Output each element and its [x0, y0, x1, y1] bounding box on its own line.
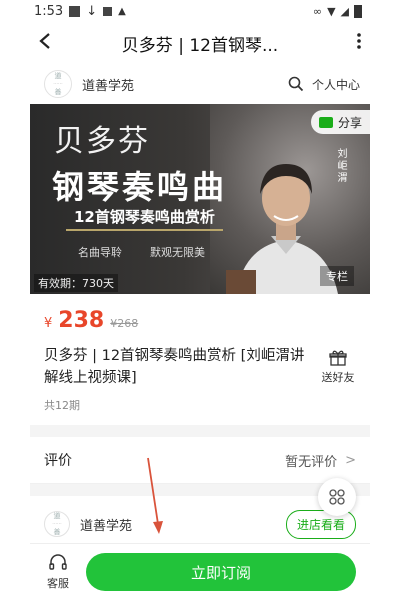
banner-tag: 默观无限美: [150, 246, 205, 259]
bottom-action-bar: 客服 立即订阅: [30, 543, 370, 600]
shop-logo-divider: ······: [53, 81, 63, 87]
price-currency: ¥: [44, 316, 53, 331]
product-info: 贝多芬 | 12首钢琴奏鸣曲赏析 [刘岠渭讲解线上视频课] 送好友: [30, 339, 370, 389]
status-time: 1:53: [34, 3, 64, 19]
shop-logo-bottom: 善: [54, 88, 62, 96]
review-row[interactable]: 评价 暂无评价 >: [30, 437, 370, 484]
shop-logo-divider: ······: [52, 521, 62, 527]
shop-footer-name[interactable]: 道善学苑: [80, 515, 286, 534]
signal-icon: ◢: [340, 4, 349, 18]
page-title: 贝多芬 | 12首钢琴...: [121, 35, 279, 56]
review-label: 评价: [44, 453, 72, 469]
more-options-icon[interactable]: [338, 31, 362, 55]
banner-artist-name: 刘岠渭: [335, 148, 346, 184]
user-center-link[interactable]: 个人中心: [312, 76, 360, 93]
episode-count: 共12期: [44, 399, 80, 412]
product-title: 贝多芬 | 12首钢琴奏鸣曲赏析 [刘岠渭讲解线上视频课]: [44, 348, 305, 386]
download-icon: ↓: [86, 3, 98, 19]
shop-header: 道 ······ 善 道善学苑 个人中心: [30, 64, 370, 104]
search-icon[interactable]: [288, 76, 304, 92]
chevron-right-icon: >: [345, 452, 356, 468]
validity-label: 有效期：730天: [34, 274, 118, 292]
share-label: 分享: [337, 115, 362, 130]
grid-menu-icon: [329, 489, 345, 505]
battery-icon: [354, 4, 362, 18]
subscribe-button[interactable]: 立即订阅: [86, 553, 356, 591]
gift-icon: [329, 350, 347, 366]
float-menu-button[interactable]: [318, 478, 356, 516]
banner-subtitle: 12首钢琴奏鸣曲赏析: [66, 204, 223, 231]
price-block: ¥ 238 ¥268: [30, 294, 370, 339]
service-label: 客服: [47, 577, 69, 590]
wechat-icon: [318, 116, 333, 128]
share-button[interactable]: 分享: [310, 110, 370, 134]
link-icon: ∞: [312, 4, 323, 18]
customer-service-button[interactable]: 客服: [30, 553, 86, 591]
shop-logo-top: 道: [53, 512, 61, 520]
banner-tags: 名曲导聆 默观无限美: [78, 244, 205, 260]
gift-to-friend-button[interactable]: 送好友: [316, 349, 360, 389]
shop-logo-top: 道: [54, 72, 62, 80]
headset-icon: [49, 554, 67, 570]
shop-footer-logo[interactable]: 道 ······ 善: [44, 511, 70, 537]
current-price: 238: [58, 308, 105, 333]
back-icon[interactable]: [38, 31, 62, 56]
gift-label: 送好友: [321, 371, 355, 384]
android-icon: ▲: [118, 5, 126, 17]
wifi-icon: ▼: [327, 4, 336, 18]
shop-logo[interactable]: 道 ······ 善: [44, 70, 72, 98]
app-icon: [103, 6, 113, 16]
section-divider: [30, 425, 370, 437]
shop-name[interactable]: 道善学苑: [82, 75, 288, 94]
original-price: ¥268: [110, 317, 139, 330]
review-value: 暂无评价: [285, 454, 338, 470]
banner-tag: 名曲导聆: [78, 246, 122, 259]
status-bar: 1:53 ↓ ▲ ∞ ▼ ◢: [30, 0, 370, 22]
banner-title-composer: 贝多芬: [54, 124, 150, 159]
title-bar: 贝多芬 | 12首钢琴...: [30, 22, 370, 64]
app-frame: 1:53 ↓ ▲ ∞ ▼ ◢ 贝多芬 | 12首钢琴... 道 ······ 善…: [30, 0, 370, 600]
notification-icon: [69, 5, 81, 17]
column-badge: 专栏: [320, 266, 354, 286]
banner-title-main: 钢琴奏鸣曲: [52, 168, 228, 206]
course-banner[interactable]: 贝多芬 钢琴奏鸣曲 12首钢琴奏鸣曲赏析 名曲导聆 默观无限美 刘岠渭 有效期：…: [30, 104, 370, 294]
shop-logo-bottom: 善: [53, 528, 61, 536]
